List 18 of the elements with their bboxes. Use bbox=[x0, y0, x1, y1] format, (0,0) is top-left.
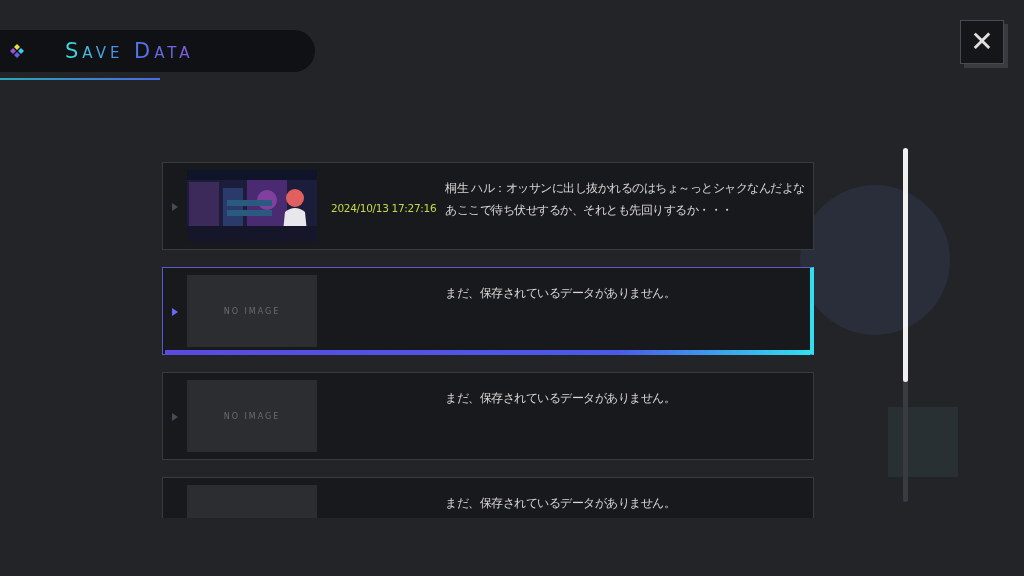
dialogue-line: まだ、保存されているデータがありません。 bbox=[445, 390, 675, 407]
play-arrow-icon bbox=[172, 203, 178, 211]
dialogue-line: 桐生 ハル：オッサンに出し抜かれるのはちょ～っとシャクなんだよな bbox=[445, 180, 805, 197]
no-image-label: NO IMAGE bbox=[223, 411, 281, 421]
no-image-label: NO IMAGE bbox=[223, 306, 281, 316]
save-slot[interactable]: NO IMAGE まだ、保存されているデータがありません。 bbox=[162, 372, 814, 460]
play-arrow-icon bbox=[172, 413, 178, 421]
scrollbar-thumb[interactable] bbox=[903, 148, 908, 382]
play-arrow-icon bbox=[172, 308, 178, 316]
dialogue-line: まだ、保存されているデータがありません。 bbox=[445, 495, 675, 512]
dialogue-line: あここで待ち伏せするか、それとも先回りするか・・・ bbox=[445, 202, 734, 219]
save-slot[interactable]: 2024/10/13 17:27:16 桐生 ハル：オッサンに出し抜かれるのはちょ～っとシャクなんだよな あここで待ち伏せするか、それとも先回りするか・・・ bbox=[162, 162, 814, 250]
save-slot[interactable]: まだ、保存されているデータがありません。 bbox=[162, 477, 814, 518]
dialogue-line: まだ、保存されているデータがありません。 bbox=[445, 285, 675, 302]
save-date: 2024/10/13 17:27:16 bbox=[331, 201, 437, 214]
save-slot[interactable]: NO IMAGE まだ、保存されているデータがありません。 bbox=[162, 267, 814, 355]
background-square bbox=[888, 407, 958, 477]
diamonds-icon bbox=[9, 43, 25, 59]
